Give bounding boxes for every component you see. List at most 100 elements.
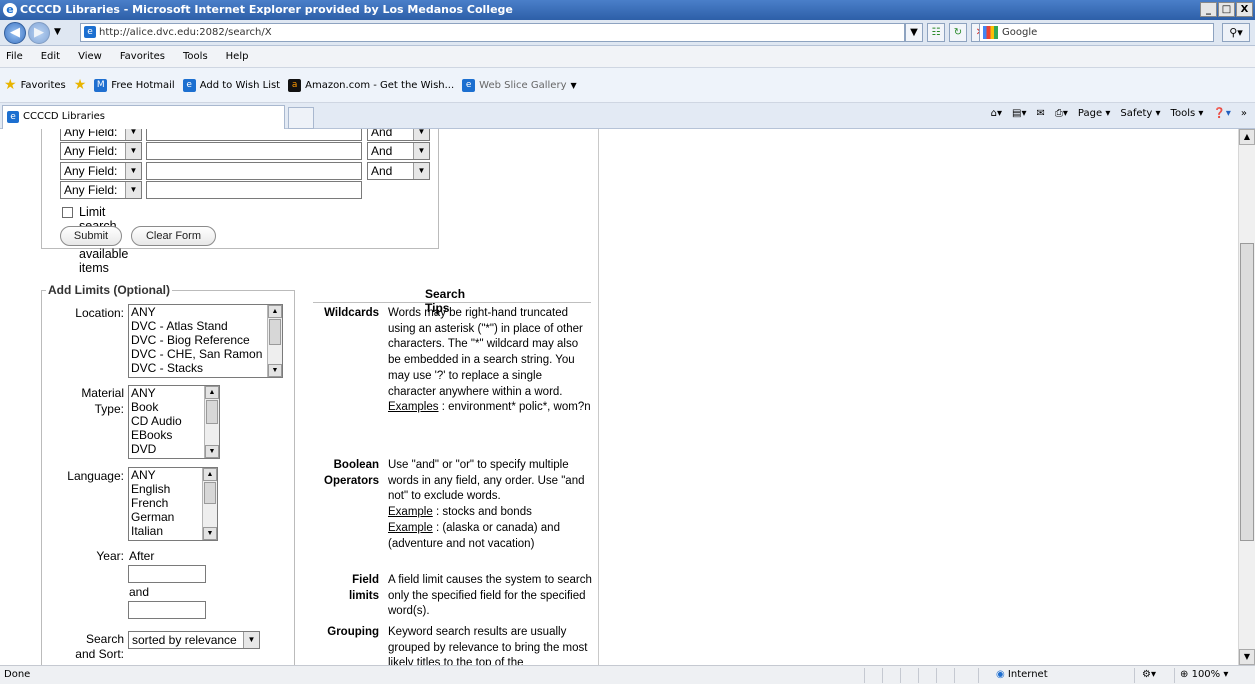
tools-menu[interactable]: Tools ▾ xyxy=(1171,108,1204,119)
print-icon[interactable]: ⎙▾ xyxy=(1055,108,1068,119)
listbox-scrollbar[interactable]: ▲ ▼ xyxy=(204,386,219,458)
page-menu[interactable]: Page ▾ xyxy=(1078,108,1110,119)
scroll-up-icon[interactable]: ▲ xyxy=(203,468,217,481)
address-url: http://alice.dvc.edu:2082/search/X xyxy=(99,27,272,38)
field-select-value: Any Field: xyxy=(64,129,118,139)
status-divider xyxy=(918,668,919,683)
recent-pages-chevron-icon[interactable]: ▼ xyxy=(54,27,61,37)
year-before-input[interactable] xyxy=(128,601,206,619)
submit-button[interactable]: Submit xyxy=(60,226,122,246)
scroll-down-icon[interactable]: ▼ xyxy=(1239,649,1255,665)
tip-body-grouping: Keyword search results are usually group… xyxy=(388,626,588,665)
limit-available-checkbox[interactable] xyxy=(62,207,73,218)
menu-file[interactable]: File xyxy=(4,51,25,62)
hotmail-icon: M xyxy=(94,78,108,92)
search-term-input[interactable] xyxy=(146,142,362,160)
scroll-up-icon[interactable]: ▲ xyxy=(1239,129,1255,145)
fav-amazon[interactable]: a Amazon.com - Get the Wish... xyxy=(288,78,454,92)
help-icon[interactable]: ❓▾ xyxy=(1213,108,1230,119)
clear-form-button[interactable]: Clear Form xyxy=(131,226,216,246)
field-select[interactable]: Any Field: ▼ xyxy=(60,162,142,180)
field-select[interactable]: Any Field: ▼ xyxy=(60,142,142,160)
examples-link[interactable]: Examples xyxy=(388,401,439,413)
search-term-input[interactable] xyxy=(146,162,362,180)
feeds-icon[interactable]: ▤▾ xyxy=(1012,108,1026,119)
field-select[interactable]: Any Field: ▼ xyxy=(60,129,142,141)
location-listbox[interactable]: ANY DVC - Atlas Stand DVC - Biog Referen… xyxy=(128,304,283,378)
field-select[interactable]: Any Field: ▼ xyxy=(60,181,142,199)
forward-button[interactable]: ▶ xyxy=(28,22,50,44)
list-option[interactable]: ANY xyxy=(129,305,282,319)
new-tab-button[interactable] xyxy=(288,107,314,129)
favorites-bar: ★ Favorites ★ M Free Hotmail e Add to Wi… xyxy=(0,68,1255,103)
year-after-input[interactable] xyxy=(128,565,206,583)
internet-zone[interactable]: ◉ Internet xyxy=(996,666,1048,684)
fav-label: Web Slice Gallery xyxy=(479,79,567,91)
material-type-label-2: Type: xyxy=(94,402,124,416)
back-button[interactable]: ◀ xyxy=(4,22,26,44)
boolean-select[interactable]: And ▼ xyxy=(367,142,430,160)
example-link[interactable]: Example xyxy=(388,506,433,518)
material-type-label: Material xyxy=(81,386,124,400)
tip-term-grouping: Grouping xyxy=(327,626,379,638)
page-menu-label: Page xyxy=(1077,108,1103,119)
list-option[interactable]: DVC - Stacks xyxy=(129,361,282,375)
scroll-up-icon[interactable]: ▲ xyxy=(205,386,219,399)
favorites-button[interactable]: ★ Favorites xyxy=(4,77,66,93)
menu-view[interactable]: View xyxy=(76,51,104,62)
boolean-select[interactable]: And ▼ xyxy=(367,129,430,141)
material-type-listbox[interactable]: ANY Book CD Audio EBooks DVD ▲ ▼ xyxy=(128,385,220,459)
add-favorite-icon[interactable]: ★ xyxy=(74,77,87,93)
list-option[interactable]: DVC - Biog Reference xyxy=(129,333,282,347)
scroll-thumb[interactable] xyxy=(206,400,218,424)
tab-cccd-libraries[interactable]: e CCCCD Libraries xyxy=(2,105,285,129)
maximize-button[interactable]: □ xyxy=(1218,2,1235,17)
listbox-scrollbar[interactable]: ▲ ▼ xyxy=(202,468,217,540)
search-button[interactable]: ⚲▾ xyxy=(1222,23,1250,42)
list-option[interactable]: DVC - CHE, San Ramon xyxy=(129,347,282,361)
scroll-thumb[interactable] xyxy=(269,319,281,345)
fav-web-slice-gallery[interactable]: e Web Slice Gallery ▼ xyxy=(462,78,577,92)
scroll-thumb[interactable] xyxy=(204,482,216,504)
amazon-icon: a xyxy=(288,78,302,92)
page-scrollbar[interactable]: ▲ ▼ xyxy=(1238,129,1255,665)
address-dropdown-icon[interactable]: ▼ xyxy=(905,23,923,42)
close-button[interactable]: X xyxy=(1236,2,1253,17)
scroll-down-icon[interactable]: ▼ xyxy=(203,527,217,540)
list-option[interactable]: DVC - Atlas Stand xyxy=(129,319,282,333)
address-field[interactable]: e http://alice.dvc.edu:2082/search/X xyxy=(80,23,905,42)
fav-free-hotmail[interactable]: M Free Hotmail xyxy=(94,78,175,92)
safety-menu[interactable]: Safety ▾ xyxy=(1120,108,1160,119)
menu-edit[interactable]: Edit xyxy=(39,51,62,62)
minimize-button[interactable]: _ xyxy=(1200,2,1217,17)
fav-add-to-wish-list[interactable]: e Add to Wish List xyxy=(182,78,280,92)
chevron-down-icon: ▼ xyxy=(570,80,577,90)
protected-mode-icon[interactable]: ⚙▾ xyxy=(1142,666,1156,684)
scroll-down-icon[interactable]: ▼ xyxy=(268,364,282,377)
fav-label: Free Hotmail xyxy=(111,79,175,91)
scroll-up-icon[interactable]: ▲ xyxy=(268,305,282,318)
search-term-input[interactable] xyxy=(146,181,362,199)
search-input[interactable]: Google xyxy=(979,23,1214,42)
compatibility-view-icon[interactable]: ☷ xyxy=(927,23,945,42)
example-link[interactable]: Example xyxy=(388,522,433,534)
menu-help[interactable]: Help xyxy=(224,51,251,62)
zoom-control[interactable]: ⊕ 100% ▾ xyxy=(1180,666,1228,684)
menu-bar: File Edit View Favorites Tools Help xyxy=(0,46,1255,68)
tip-term-boolean: Boolean Operators xyxy=(313,458,379,489)
menu-tools[interactable]: Tools xyxy=(181,51,210,62)
mail-icon[interactable]: ✉ xyxy=(1037,108,1045,119)
window-title: CCCCD Libraries - Microsoft Internet Exp… xyxy=(20,3,513,16)
language-listbox[interactable]: ANY English French German Italian ▲ ▼ xyxy=(128,467,218,541)
tip-term-line: Boolean xyxy=(333,459,379,471)
refresh-icon[interactable]: ↻ xyxy=(949,23,967,42)
scroll-thumb[interactable] xyxy=(1240,243,1254,541)
sort-select[interactable]: sorted by relevance ▼ xyxy=(128,631,260,649)
home-icon[interactable]: ⌂▾ xyxy=(991,108,1002,119)
menu-favorites[interactable]: Favorites xyxy=(118,51,167,62)
search-term-input[interactable] xyxy=(146,129,362,141)
listbox-scrollbar[interactable]: ▲ ▼ xyxy=(267,305,282,377)
scroll-down-icon[interactable]: ▼ xyxy=(205,445,219,458)
boolean-select[interactable]: And ▼ xyxy=(367,162,430,180)
overflow-chevron-icon[interactable]: » xyxy=(1241,108,1247,119)
